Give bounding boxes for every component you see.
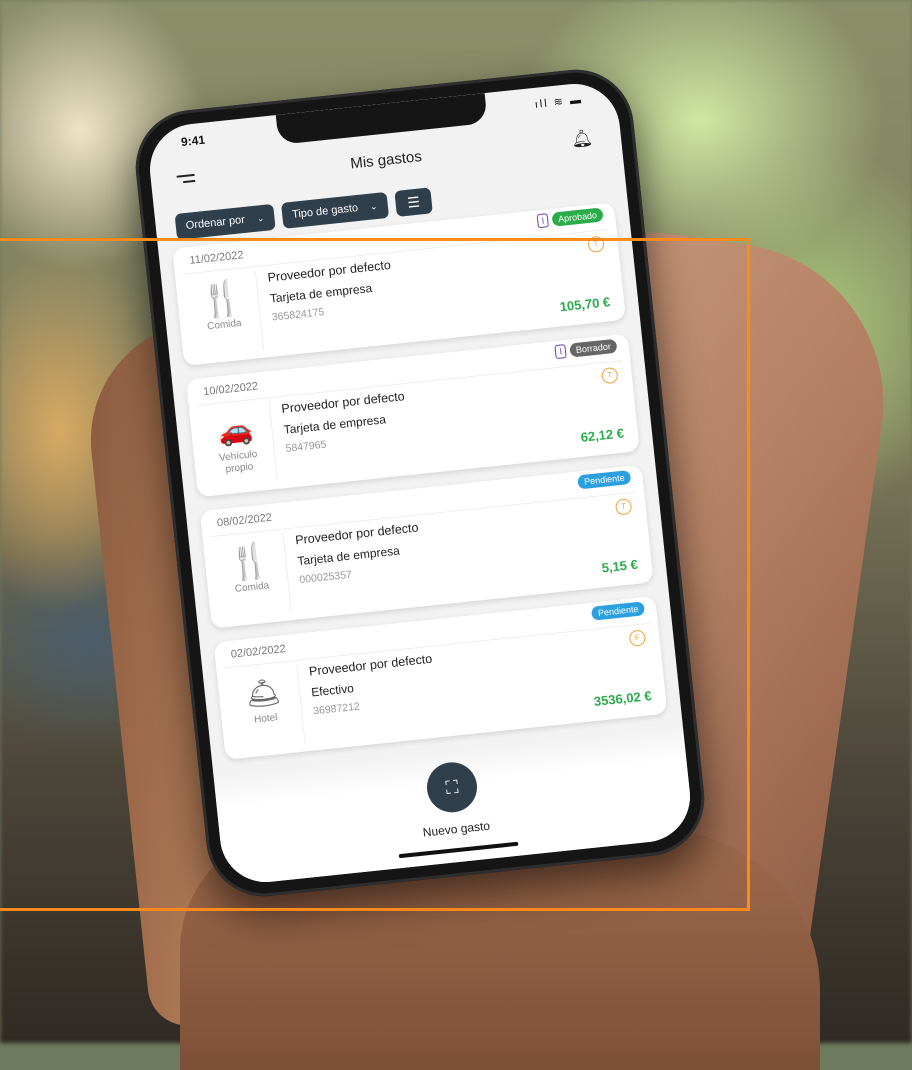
highlight-frame xyxy=(0,238,750,911)
sort-dropdown[interactable]: Ordenar por ⌄ xyxy=(174,203,276,241)
sliders-icon: ☰ xyxy=(406,193,421,211)
report-badge: I xyxy=(536,213,549,229)
bell-icon[interactable]: 🔔︎ xyxy=(570,128,594,150)
chevron-down-icon: ⌄ xyxy=(256,212,265,224)
filter-settings-button[interactable]: ☰ xyxy=(394,187,434,217)
chevron-down-icon: ⌄ xyxy=(369,200,378,212)
status-time: 9:41 xyxy=(180,132,206,150)
type-label: Tipo de gasto xyxy=(291,202,359,221)
sort-label: Ordenar por xyxy=(185,213,246,233)
status-badge: Aprobado xyxy=(551,207,604,227)
expense-type-dropdown[interactable]: Tipo de gasto ⌄ xyxy=(280,191,389,229)
status-icons: ıll ≋ ▬ xyxy=(534,93,584,111)
